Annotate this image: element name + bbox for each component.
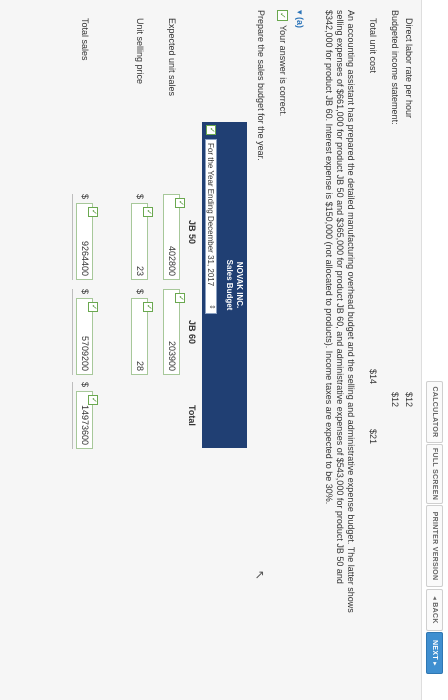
expected-unit-sales-jb60-input[interactable]: ✓ 203900	[163, 289, 185, 375]
period-select[interactable]: For the Year Ending December 31, 2017 ⇕	[205, 139, 217, 314]
row-label-unit-selling-price: Unit selling price	[135, 18, 145, 85]
total-underline	[72, 289, 73, 375]
currency-symbol: $	[80, 289, 90, 295]
company-name: NOVAK INC.	[235, 261, 244, 309]
correct-check-icon: ✓	[88, 395, 98, 405]
next-button[interactable]: NEXT ▸	[426, 632, 443, 674]
col-header-jb60: JB 60	[187, 320, 197, 345]
problem-description: An accounting assistant has prepared the…	[324, 10, 356, 613]
expected-unit-sales-jb60-value: 203900	[167, 340, 177, 371]
page: CALCULATOR FULL SCREEN PRINTER VERSION ◂…	[0, 0, 448, 700]
unit-selling-price-jb60-value: 28	[135, 360, 145, 371]
total-sales-jb50-value: 9264400	[80, 240, 90, 276]
unit-selling-price-jb50-input[interactable]: ✓ 23	[131, 203, 153, 280]
currency-symbol: $	[135, 194, 145, 200]
correct-check-icon: ✓	[143, 207, 153, 217]
total-sales-total-value: 14973600	[80, 404, 90, 445]
total-sales-jb50-input[interactable]: ✓ 9264400	[76, 203, 98, 280]
correct-check-icon: ✓	[175, 198, 185, 208]
correct-check-icon: ✓	[88, 207, 98, 217]
total-unit-cost-jb60: $21	[368, 429, 378, 445]
currency-symbol: $	[80, 194, 90, 200]
col-header-total: Total	[187, 405, 197, 426]
calculator-button[interactable]: CALCULATOR	[426, 381, 443, 443]
period-select-value: For the Year Ending December 31, 2017	[206, 143, 215, 287]
dropdown-arrow-icon: ⇕	[208, 304, 215, 310]
full-screen-button[interactable]: FULL SCREEN	[426, 444, 443, 504]
currency-symbol: $	[80, 382, 90, 388]
unit-selling-price-jb50-value: 23	[135, 265, 145, 276]
expected-unit-sales-jb50-input[interactable]: ✓ 402800	[163, 194, 185, 280]
correct-check-icon: ✓	[175, 293, 185, 303]
instruction-text: Prepare the sales budget for the year.	[256, 10, 266, 161]
unit-selling-price-jb60-input[interactable]: ✓ 28	[131, 298, 153, 375]
row-label-total-sales: Total sales	[80, 18, 90, 61]
currency-symbol: $	[135, 289, 145, 295]
direct-labor-jb50: $12	[404, 392, 414, 408]
correct-check-icon: ✓	[276, 10, 288, 21]
budgeted-income-label: Budgeted income statement:	[390, 10, 400, 125]
total-underline	[72, 382, 73, 449]
col-header-jb50: JB 50	[187, 220, 197, 245]
toolbar: CALCULATOR FULL SCREEN PRINTER VERSION ◂…	[421, 0, 448, 700]
direct-labor-label: Direct labor rate per hour	[404, 18, 414, 119]
period-check-icon: ✓	[206, 125, 216, 135]
budget-header: NOVAK INC. Sales Budget	[219, 122, 247, 448]
total-unit-cost-label: Total unit cost	[368, 18, 378, 74]
total-sales-jb60-value: 5709200	[80, 335, 90, 371]
expected-unit-sales-jb50-value: 402800	[167, 245, 177, 276]
part-a-toggle[interactable]: ▾ (a)	[294, 10, 305, 28]
answer-status-text: Your answer is correct.	[278, 25, 288, 117]
total-sales-jb60-input[interactable]: ✓ 5709200	[76, 298, 98, 375]
total-unit-cost-jb50: $14	[368, 369, 378, 385]
answer-status: ✓ Your answer is correct.	[276, 10, 288, 117]
total-underline	[72, 194, 73, 280]
total-sales-total-input[interactable]: ✓ 14973600	[76, 391, 98, 449]
period-row: ✓ For the Year Ending December 31, 2017 …	[202, 122, 219, 448]
budget-title: Sales Budget	[225, 259, 234, 311]
back-button[interactable]: ◂ BACK	[426, 589, 443, 631]
row-label-expected-unit-sales: Expected unit sales	[167, 18, 177, 97]
printer-version-button[interactable]: PRINTER VERSION	[426, 505, 443, 587]
correct-check-icon: ✓	[88, 302, 98, 312]
correct-check-icon: ✓	[143, 302, 153, 312]
mouse-cursor-icon: ↖	[253, 570, 267, 581]
direct-labor-jb60: $12	[390, 392, 400, 408]
